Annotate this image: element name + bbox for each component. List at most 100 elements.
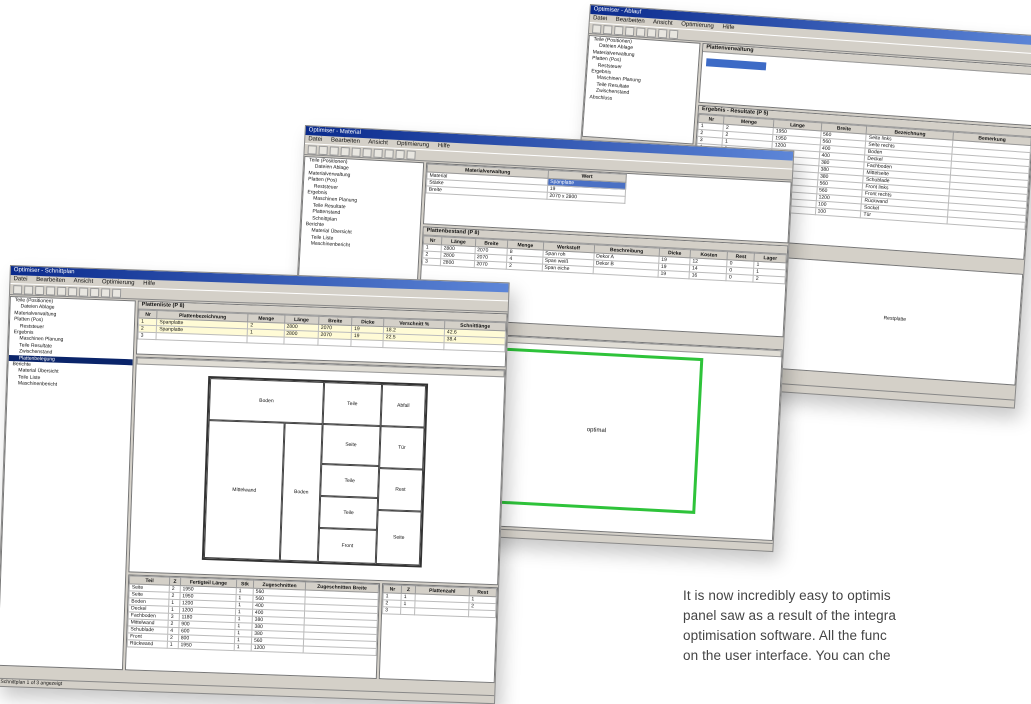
- front-menu-optimise[interactable]: Optimierung: [102, 279, 135, 286]
- back-menu-view[interactable]: Ansicht: [653, 19, 673, 26]
- mid-optimal-sheet[interactable]: optimal: [489, 347, 704, 514]
- open-icon[interactable]: [23, 285, 34, 295]
- help-icon[interactable]: [111, 288, 122, 298]
- part-piece[interactable]: Rest: [377, 468, 424, 512]
- front-parts-table: Teil Z Fertigteil Länge Stk Zugeschnitte…: [127, 575, 379, 656]
- new-icon[interactable]: [592, 23, 602, 34]
- cell: 2: [169, 585, 181, 593]
- save-icon[interactable]: [613, 25, 624, 35]
- open-icon[interactable]: [602, 24, 613, 35]
- back-menu-help[interactable]: Hilfe: [722, 24, 734, 31]
- cell: 2: [506, 262, 543, 272]
- cell: [351, 339, 384, 348]
- print-icon[interactable]: [657, 28, 668, 38]
- part-piece[interactable]: Teile: [320, 463, 380, 498]
- undo-icon[interactable]: [78, 286, 89, 297]
- cell: 1200: [251, 644, 304, 653]
- back-menu-optimise[interactable]: Optimierung: [681, 21, 714, 29]
- caption-line-3: optimisation software. All the func: [683, 628, 887, 643]
- back-menu-edit[interactable]: Bearbeiten: [615, 17, 644, 25]
- cell: [400, 607, 415, 615]
- calculate-icon[interactable]: [395, 149, 405, 159]
- cell: 3: [382, 606, 401, 615]
- front-tree: Teile (Positionen) Dateien Ablage Materi…: [0, 296, 136, 671]
- undo-icon[interactable]: [373, 148, 383, 158]
- back-tree: Teile (Positionen) Dateien Ablage Materi…: [581, 34, 701, 145]
- print-icon[interactable]: [384, 148, 394, 159]
- cell: 1: [168, 606, 180, 614]
- cell: Rückwand: [127, 639, 168, 649]
- cell: Span eiche: [541, 264, 594, 274]
- cell: 2070: [473, 260, 507, 270]
- cut-icon[interactable]: [624, 26, 635, 36]
- cell: 2800: [440, 258, 475, 268]
- cutting-sheet[interactable]: Boden Teile Abfall Seite Mittelwand Bode…: [201, 375, 429, 568]
- open-icon[interactable]: [318, 145, 328, 155]
- save-icon[interactable]: [329, 145, 339, 156]
- cell: [443, 342, 506, 352]
- caption-line-2: panel saw as a result of the integra: [683, 608, 896, 623]
- paste-icon[interactable]: [646, 27, 657, 38]
- front-right-table: Nr Z Plattenzahl Rest 111 212 3: [382, 584, 497, 618]
- part-piece[interactable]: Teile: [319, 495, 379, 530]
- caption-line-1: It is now incredibly easy to optimis: [683, 588, 891, 603]
- cell: 1: [168, 599, 180, 607]
- back-header-selection[interactable]: [705, 58, 767, 71]
- part-piece[interactable]: Abfall: [380, 384, 427, 428]
- cell: [468, 609, 496, 618]
- new-icon[interactable]: [307, 144, 317, 155]
- mid-canvas-label: optimal: [586, 427, 607, 435]
- cut-icon[interactable]: [340, 146, 350, 156]
- mid-menu-optimise[interactable]: Optimierung: [396, 141, 429, 149]
- help-icon[interactable]: [668, 29, 679, 39]
- front-menu-help[interactable]: Hilfe: [143, 281, 155, 287]
- mid-menu-help[interactable]: Hilfe: [438, 143, 450, 150]
- part-piece[interactable]: Tür: [379, 426, 425, 470]
- mid-menu-view[interactable]: Ansicht: [368, 139, 388, 146]
- cell: 1950: [177, 641, 235, 651]
- mid-menu-file[interactable]: Datei: [308, 136, 322, 143]
- cell: 3: [168, 613, 180, 621]
- mid-menu-edit[interactable]: Bearbeiten: [331, 137, 360, 145]
- front-grid-pane: Plattenliste (P 8) Nr Plattenbezeichnung…: [135, 300, 508, 368]
- part-piece[interactable]: Boden: [279, 422, 323, 562]
- copy-icon[interactable]: [635, 26, 646, 37]
- calculate-icon[interactable]: [100, 287, 111, 298]
- back-canvas-label: Restplatte: [883, 315, 907, 323]
- new-icon[interactable]: [13, 284, 23, 294]
- print-icon[interactable]: [89, 287, 100, 297]
- front-right-pane: Nr Z Plattenzahl Rest 111 212 3: [378, 583, 499, 684]
- cell: 16: [688, 271, 727, 281]
- front-parts-pane: Teil Z Fertigteil Länge Stk Zugeschnitte…: [124, 574, 381, 680]
- help-icon[interactable]: [406, 149, 416, 160]
- save-icon[interactable]: [34, 285, 45, 295]
- cell: 4: [167, 627, 179, 635]
- cell: 2: [753, 275, 786, 284]
- part-piece[interactable]: Front: [317, 527, 377, 564]
- cell: [303, 645, 377, 656]
- cell: [247, 335, 284, 345]
- back-menu-file[interactable]: Datei: [593, 15, 607, 22]
- front-menu-view[interactable]: Ansicht: [73, 278, 93, 285]
- part-piece[interactable]: Seite: [321, 424, 381, 467]
- part-piece[interactable]: Teile: [322, 382, 383, 427]
- front-window: Optimiser - Schnittplan Datei Bearbeiten…: [0, 265, 510, 704]
- cell: 0: [726, 273, 754, 283]
- cut-icon[interactable]: [45, 285, 56, 296]
- part-piece[interactable]: Seite: [375, 509, 422, 566]
- front-layout-pane: Boden Teile Abfall Seite Mittelwand Bode…: [128, 356, 506, 586]
- cell: 3: [137, 332, 157, 340]
- cell: [283, 337, 318, 346]
- cell: 1: [234, 643, 252, 652]
- paste-icon[interactable]: [67, 286, 78, 296]
- cell: [382, 340, 445, 350]
- copy-icon[interactable]: [56, 286, 67, 296]
- copy-icon[interactable]: [351, 146, 361, 157]
- front-menu-file[interactable]: Datei: [13, 276, 27, 282]
- part-piece[interactable]: Mittelwand: [203, 420, 285, 561]
- paste-icon[interactable]: [362, 147, 372, 158]
- cell: [414, 607, 469, 617]
- front-menu-edit[interactable]: Bearbeiten: [36, 277, 65, 284]
- cell: 1: [167, 641, 179, 649]
- part-piece[interactable]: Boden: [208, 378, 325, 425]
